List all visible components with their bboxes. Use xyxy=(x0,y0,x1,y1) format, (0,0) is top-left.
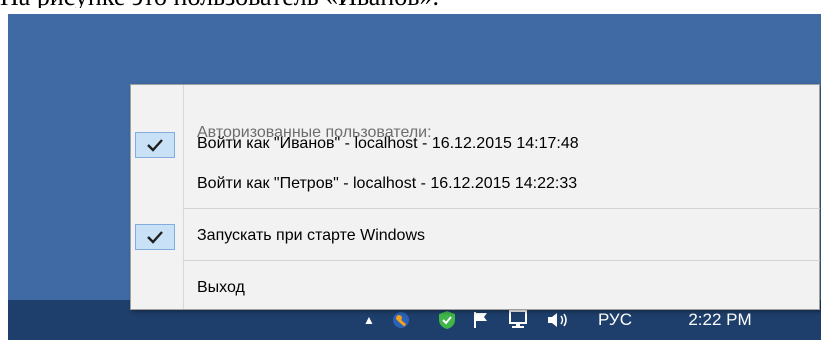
menu-item-login-petrov[interactable]: Войти как "Петров" - localhost - 16.12.2… xyxy=(130,167,820,201)
menu-item-run-at-startup[interactable]: Запускать при старте Windows xyxy=(130,219,820,253)
document-caption: На рисунке это пользователь «Иванов». xyxy=(0,0,821,8)
menu-item-label: Запускать при старте Windows xyxy=(197,227,425,244)
checkmark-icon xyxy=(135,132,175,158)
menu-item-exit[interactable]: Выход xyxy=(130,271,820,305)
menu-separator xyxy=(183,260,820,261)
menu-item-label: Войти как "Иванов" - localhost - 16.12.2… xyxy=(197,135,579,152)
checkmark-icon xyxy=(135,224,175,250)
menu-item-label: Выход xyxy=(197,279,245,296)
menu-item-label: Войти как "Петров" - localhost - 16.12.2… xyxy=(197,175,578,192)
menu-item-login-ivanov[interactable]: Войти как "Иванов" - localhost - 16.12.2… xyxy=(130,127,820,161)
menu-separator xyxy=(183,208,820,209)
